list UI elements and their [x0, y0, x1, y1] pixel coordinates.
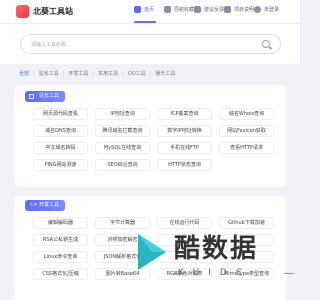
tool-button[interactable]: SEO综合查询 — [95, 159, 150, 171]
nav-login[interactable]: 未登录 — [254, 6, 279, 13]
tool-button[interactable]: 手机在线FTP — [157, 142, 212, 154]
tool-button[interactable]: 域名DNS查询 — [33, 125, 88, 137]
tab-qq[interactable]: OO工具 — [128, 70, 146, 77]
tool-button[interactable]: 网站Favicon获取 — [219, 125, 274, 137]
top-navbar: 北葵工具站 首页 导航收藏 建议反馈 项目说明 未登录 — [0, 0, 300, 24]
tab-webmaster[interactable]: 站长工具 — [39, 70, 59, 77]
tool-button[interactable]: IP地址查询 — [95, 108, 150, 120]
tool-button[interactable]: 中文域名转码 — [33, 142, 88, 154]
tab-separator: | — [33, 70, 35, 77]
tool-button[interactable]: CSS格式化/压缩 — [33, 268, 88, 280]
tab-separator: | — [122, 70, 124, 77]
tool-button[interactable]: 查看HTTP请求 — [219, 142, 274, 154]
tool-button[interactable]: 编辑解码器 — [33, 217, 88, 229]
tab-utility[interactable]: 实用工具 — [98, 70, 118, 77]
tool-grid: 网页源代码查看 IP地址查询 ICP备案查询 域名Whois查询 域名DNS查询… — [33, 108, 274, 171]
search-icon[interactable] — [262, 40, 270, 48]
nav-home[interactable]: 首页 — [134, 6, 154, 13]
section-title-badge: <> 开发工具 — [25, 200, 66, 211]
tool-button[interactable]: MySQL在线查询 — [95, 142, 150, 154]
watermark-rule — [284, 273, 294, 274]
search-input[interactable]: 请输入工具名称... — [20, 34, 281, 54]
toolbox-icon — [29, 94, 34, 99]
nav-active-indicator — [134, 21, 156, 23]
tab-separator: | — [149, 70, 152, 77]
tab-fun[interactable]: 娱乐工具 — [155, 70, 175, 77]
tab-dev[interactable]: 开发工具 — [68, 70, 88, 77]
tab-separator: | — [92, 70, 95, 77]
tool-button[interactable]: 腾讯域名拦截查询 — [95, 125, 150, 137]
watermark-logo: 酷数据 KUIDC — [134, 228, 300, 300]
site-name[interactable]: 北葵工具站 — [33, 6, 73, 17]
tab-separator: | — [62, 70, 65, 77]
tool-button[interactable]: Linux命令查询 — [33, 251, 88, 263]
play-icon — [138, 234, 166, 270]
feedback-icon — [194, 6, 201, 13]
section-webmaster: 站长工具 网页源代码查看 IP地址查询 ICP备案查询 域名Whois查询 域名… — [14, 85, 286, 187]
home-icon — [134, 6, 141, 13]
user-icon — [254, 6, 261, 13]
nav-favorites[interactable]: 导航收藏 — [164, 6, 194, 13]
tool-button[interactable]: 网页源代码查看 — [33, 108, 88, 120]
bookmark-icon — [164, 6, 171, 13]
search-area: 请输入工具名称... — [0, 24, 300, 64]
tab-all[interactable]: 全部 — [19, 70, 29, 77]
tool-button[interactable]: 域名Whois查询 — [219, 108, 274, 120]
site-logo[interactable] — [16, 5, 29, 18]
tool-button[interactable]: PING网站测速 — [33, 159, 88, 171]
tool-button[interactable]: RSA公私钥生成 — [33, 234, 88, 246]
nav-about[interactable]: 项目说明 — [224, 6, 254, 13]
tool-button[interactable]: HTTP状态查询 — [157, 159, 212, 171]
tool-button[interactable]: ICP备案查询 — [157, 108, 212, 120]
search-placeholder: 请输入工具名称... — [31, 42, 71, 48]
tool-button[interactable]: 数字IP地址转换 — [157, 125, 212, 137]
section-title-badge: 站长工具 — [25, 91, 66, 102]
watermark-subtext: KUIDC — [178, 268, 252, 278]
nav-feedback[interactable]: 建议反馈 — [194, 6, 224, 13]
code-icon: <> — [29, 202, 38, 208]
doc-icon — [224, 6, 231, 13]
category-tabs: 全部 | 站长工具 | 开发工具 | 实用工具 | OO工具 | 娱乐工具 — [19, 70, 179, 78]
watermark-text: 酷数据 — [174, 234, 259, 264]
